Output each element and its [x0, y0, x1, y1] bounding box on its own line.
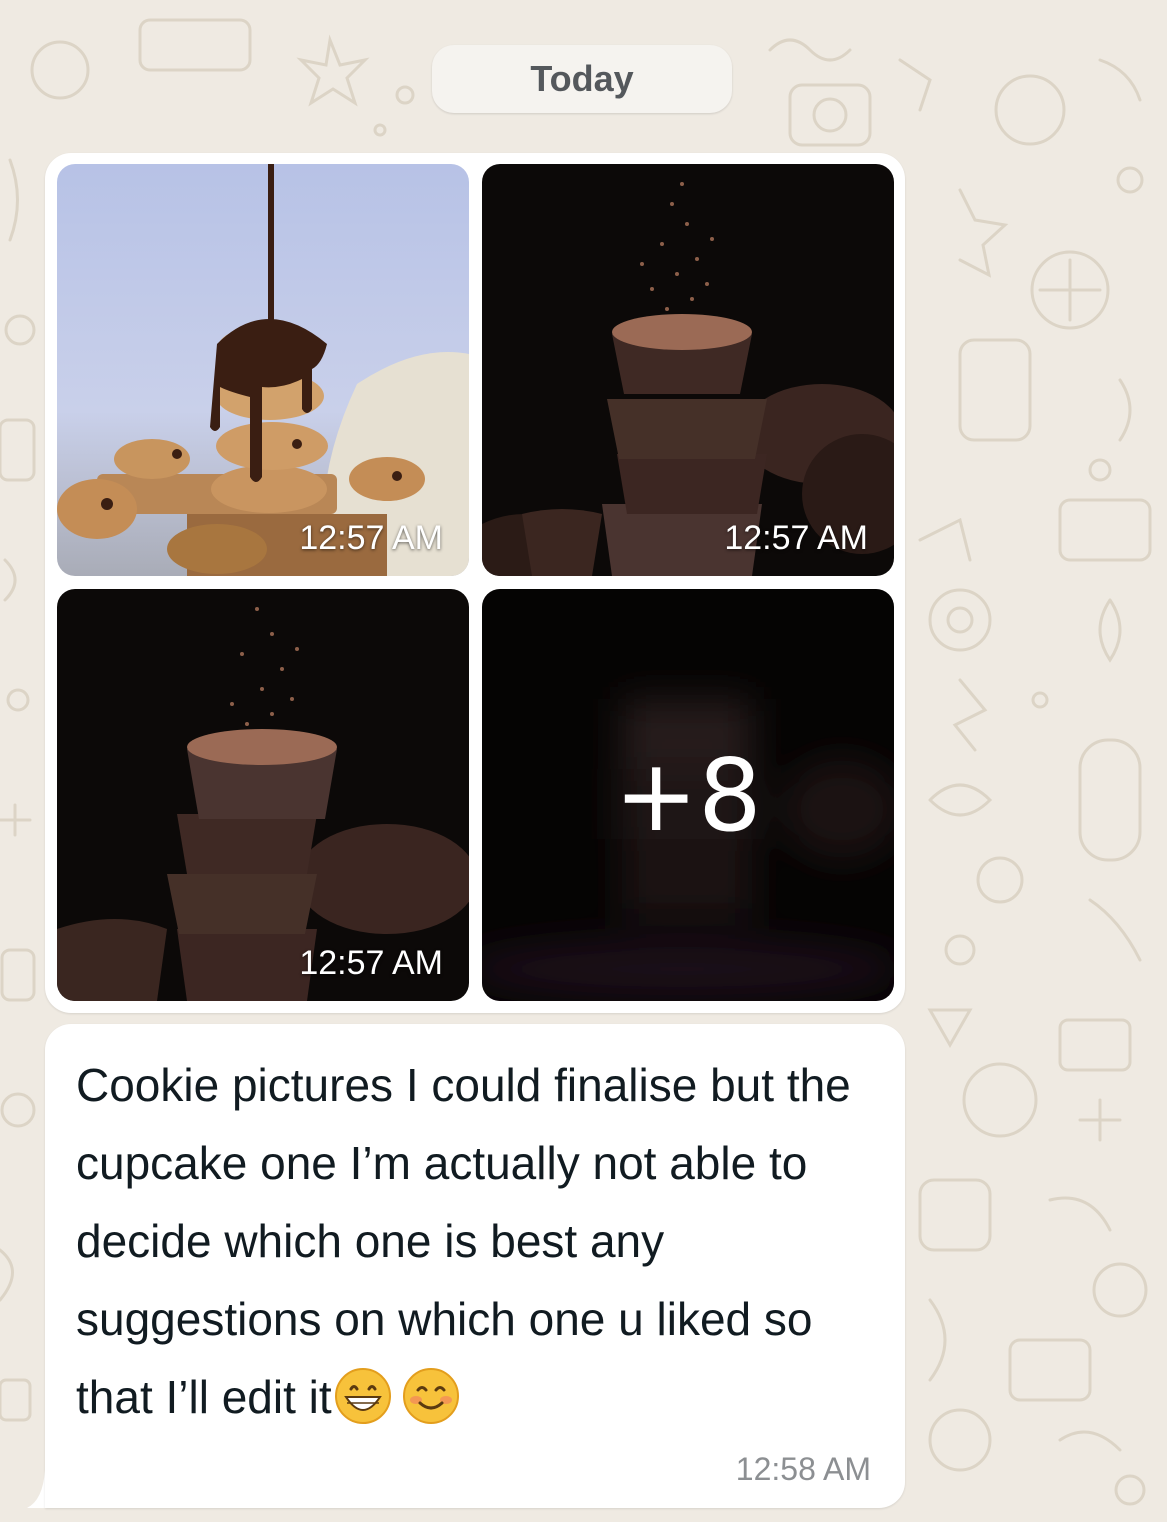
- media-timestamp: 12:57 AM: [724, 519, 868, 557]
- cookie-stack-photo: [57, 164, 469, 576]
- media-thumbnail-cookies[interactable]: 12:57 AM: [57, 164, 469, 576]
- date-separator-label: Today: [530, 58, 634, 99]
- date-separator: Today: [432, 45, 732, 113]
- media-thumbnail-cupcakes-1[interactable]: 12:57 AM: [482, 164, 894, 576]
- cupcake-stack-photo: [482, 164, 894, 576]
- more-photos-count: +8: [614, 736, 762, 854]
- grinning-face-emoji: [334, 1368, 391, 1424]
- media-thumbnail-cupcakes-2[interactable]: 12:57 AM: [57, 589, 469, 1001]
- message-body: Cookie pictures I could finalise but the…: [76, 1059, 851, 1423]
- text-message-bubble[interactable]: Cookie pictures I could finalise but the…: [45, 1024, 905, 1508]
- message-text: Cookie pictures I could finalise but the…: [76, 1046, 881, 1436]
- media-thumbnail-more[interactable]: +8: [482, 589, 894, 1001]
- media-album-bubble[interactable]: 12:57 AM 12:57 AM 12:57 AM +8: [45, 153, 905, 1013]
- media-timestamp: 12:57 AM: [299, 519, 443, 557]
- media-timestamp: 12:57 AM: [299, 944, 443, 982]
- message-timestamp: 12:58 AM: [735, 1451, 871, 1487]
- cupcake-stack-photo: [57, 589, 469, 1001]
- smiling-face-emoji: [402, 1368, 459, 1424]
